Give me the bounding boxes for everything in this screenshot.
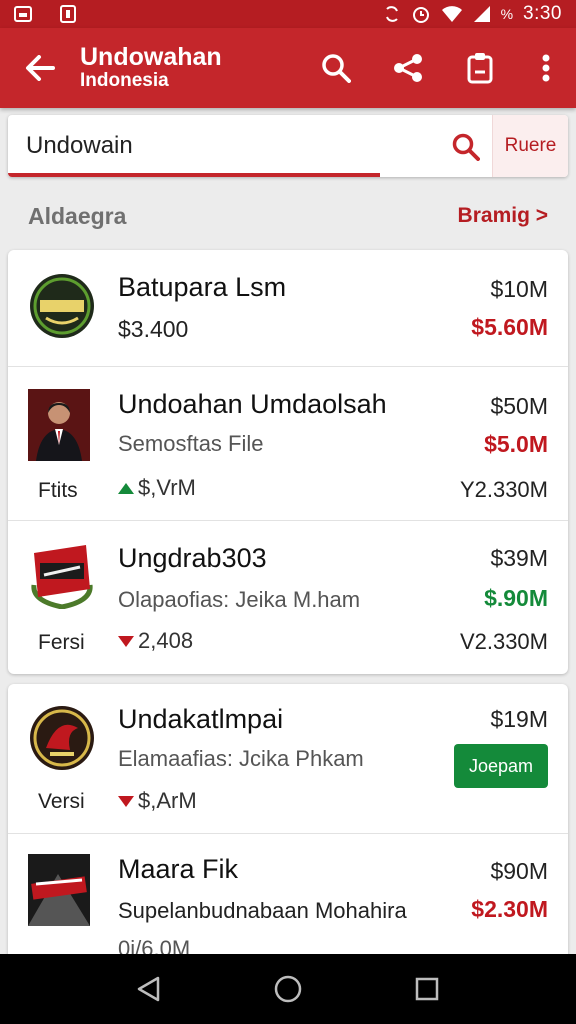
clipboard-icon [467, 53, 493, 84]
item-price-top: $10M [490, 276, 548, 302]
item-name: Batupara Lsm [118, 272, 287, 302]
more-vert-icon [542, 54, 550, 82]
item-logo-icon [30, 274, 94, 338]
list-item[interactable]: Undoahan Umdaolsah Semosftas File Ftits … [8, 367, 568, 521]
item-name: Ungdrab303 [118, 543, 267, 573]
gallery-icon [14, 6, 32, 22]
alarm-icon [412, 7, 429, 23]
item-price-main: $5.0M [484, 431, 548, 457]
item-price-third: Y2.330M [459, 477, 548, 502]
item-change: $,VrM [118, 475, 196, 501]
list-card: Batupara Lsm $3.400 $10M $5.60M Undoahan… [8, 250, 568, 674]
section-header: Aldaegra Bramig > [0, 196, 576, 236]
list-card: Undakatlmpai Elamaafias: Jcika Phkam Ver… [8, 684, 568, 974]
section-more-link[interactable]: Bramig > [458, 204, 548, 228]
arrow-down-icon [118, 795, 134, 807]
item-left-label: Versi [38, 790, 85, 813]
item-subtitle: Semosftas File [118, 431, 264, 456]
share-button[interactable] [372, 28, 444, 108]
item-emblem-icon [31, 545, 93, 609]
item-change-value: 2,408 [138, 628, 194, 653]
item-price-top: $50M [490, 393, 548, 419]
item-emblem-icon [30, 706, 94, 770]
shop-icon [60, 5, 76, 23]
item-subtitle: Elamaafias: Jcika Phkam [118, 746, 364, 771]
item-price-top: $90M [490, 858, 548, 884]
search-action-button[interactable]: Ruere [492, 115, 568, 177]
status-bar: % 3:30 [0, 0, 576, 28]
search-icon [322, 54, 351, 83]
item-price-third: V2.330M [459, 629, 548, 654]
search-bar: Ruere [8, 115, 568, 177]
item-change-value: $,VrM [138, 475, 196, 500]
item-price-top: $39M [490, 545, 548, 571]
nav-home-button[interactable] [268, 969, 308, 1009]
item-price-main: $.90M [484, 585, 548, 611]
recents-square-icon [415, 977, 438, 1001]
item-subtitle: Supelanbudnabaan Mohahira [118, 898, 407, 923]
item-price-top: $19M [490, 706, 548, 732]
home-circle-icon [274, 975, 302, 1003]
arrow-down-icon [118, 635, 134, 647]
battery-text: % [500, 6, 514, 22]
back-arrow-icon [26, 55, 55, 81]
app-bar: Undowahan Indonesia [0, 28, 576, 108]
item-left-label: Ftits [38, 479, 78, 502]
back-triangle-icon [138, 976, 160, 1002]
item-change: $,ArM [118, 788, 197, 814]
list-item[interactable]: Undakatlmpai Elamaafias: Jcika Phkam Ver… [8, 684, 568, 834]
status-time: 3:30 [523, 3, 562, 24]
search-underline [8, 173, 380, 177]
item-name: Maara Fik [118, 854, 239, 884]
item-poster-icon [28, 854, 90, 926]
item-subtitle: $3.400 [118, 316, 189, 342]
system-nav-bar [0, 954, 576, 1024]
search-icon [452, 133, 480, 161]
section-title: Aldaegra [28, 202, 127, 229]
list-item[interactable]: Maara Fik Supelanbudnabaan Mohahira 0i/6… [8, 834, 568, 974]
item-change: 2,408 [118, 628, 193, 654]
search-input[interactable] [8, 115, 492, 177]
back-button[interactable] [0, 28, 80, 108]
item-change-value: $,ArM [138, 788, 197, 813]
signal-icon [473, 6, 490, 22]
title-block: Undowahan Indonesia [80, 42, 300, 92]
item-name: Undoahan Umdaolsah [118, 389, 387, 419]
item-price-main: $5.60M [471, 314, 548, 340]
app-title: Undowahan [80, 42, 222, 71]
item-portrait-icon [28, 389, 90, 461]
item-left-label: Fersi [38, 631, 85, 654]
app-subtitle: Indonesia [80, 70, 169, 92]
item-price-main: $2.30M [471, 896, 548, 922]
item-subtitle: Olapaofias: Jeika M.ham [118, 587, 361, 612]
arrow-up-icon [118, 482, 134, 494]
list-item[interactable]: Batupara Lsm $3.400 $10M $5.60M [8, 250, 568, 367]
nav-recents-button[interactable] [407, 969, 447, 1009]
nav-back-button[interactable] [129, 969, 169, 1009]
list-item[interactable]: Ungdrab303 Olapaofias: Jeika M.ham Fersi… [8, 521, 568, 674]
share-icon [394, 54, 422, 82]
search-button[interactable] [300, 28, 372, 108]
sync-icon [385, 6, 398, 22]
search-submit-button[interactable] [446, 127, 486, 167]
wifi-icon [441, 6, 462, 22]
clipboard-button[interactable] [444, 28, 516, 108]
open-button[interactable]: Joepam [454, 744, 548, 788]
more-button[interactable] [516, 28, 576, 108]
item-name: Undakatlmpai [118, 704, 284, 734]
